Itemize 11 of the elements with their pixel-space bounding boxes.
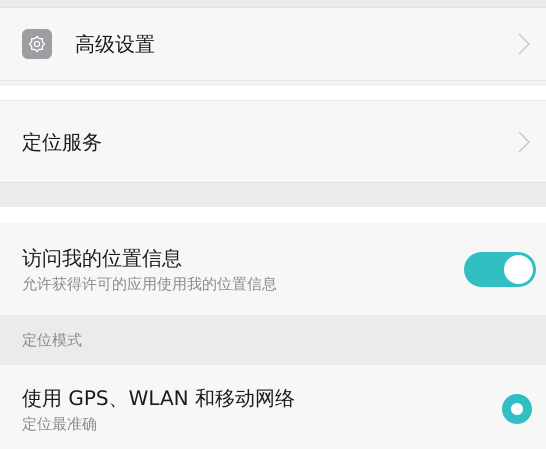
toggle-switch[interactable] bbox=[464, 252, 536, 286]
setting-title: 访问我的位置信息 bbox=[22, 244, 183, 270]
setting-title: 使用 GPS、WLAN 和移动网络 bbox=[22, 384, 296, 410]
setting-description: 允许获得许可的应用使用我的位置信息 bbox=[22, 274, 278, 294]
chevron-icon bbox=[518, 33, 530, 55]
section-header: 定位模式 bbox=[22, 330, 82, 350]
radio-button[interactable] bbox=[502, 394, 532, 424]
chevron-icon bbox=[518, 130, 530, 152]
setting-title: 定位服务 bbox=[22, 128, 103, 154]
setting-description: 定位最准确 bbox=[22, 414, 98, 434]
setting-title: 高级设置 bbox=[75, 31, 156, 57]
